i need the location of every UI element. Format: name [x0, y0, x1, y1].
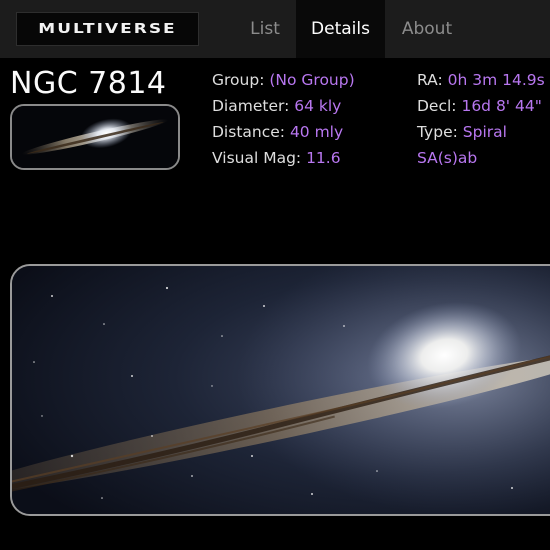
tab-list-label: List — [250, 19, 280, 39]
visual-mag-value: 11.6 — [306, 149, 341, 167]
tab-about[interactable]: About — [388, 0, 466, 58]
galaxy-image[interactable] — [10, 264, 550, 516]
decl-value: 16d 8' 44" — [461, 97, 542, 115]
property-distance: Distance: 40 mly — [212, 123, 344, 141]
distance-value: 40 mly — [289, 123, 344, 141]
group-value[interactable]: (No Group) — [269, 71, 354, 89]
property-decl: Decl: 16d 8' 44" — [417, 97, 542, 115]
property-type-class: SA(s)ab — [417, 145, 545, 171]
tab-list[interactable]: List — [236, 0, 294, 58]
tab-details-label: Details — [311, 19, 370, 39]
logo-text: MULTIVERSE — [38, 21, 177, 37]
property-type: Type: Spiral — [417, 123, 507, 141]
diameter-value: 64 kly — [294, 97, 342, 115]
object-title: NGC 7814 — [10, 66, 167, 101]
property-diameter: Diameter: 64 kly — [212, 97, 342, 115]
galaxy-thumbnail-image — [12, 106, 178, 168]
tab-about-label: About — [401, 19, 453, 39]
type-class-value: SA(s)ab — [417, 149, 478, 167]
type-value: Spiral — [462, 123, 507, 141]
galaxy-hero-image — [12, 266, 550, 514]
properties-left: Group: (No Group) Diameter: 64 kly Dista… — [212, 67, 355, 171]
property-group: Group: (No Group) — [212, 71, 355, 89]
tab-details[interactable]: Details — [296, 0, 385, 58]
galaxy-thumbnail[interactable] — [10, 104, 180, 170]
app-logo[interactable]: MULTIVERSE — [16, 12, 199, 46]
top-navbar: MULTIVERSE List Details About — [0, 0, 550, 58]
property-visual-mag: Visual Mag: 11.6 — [212, 149, 341, 167]
property-ra: RA: 0h 3m 14.9s — [417, 71, 545, 89]
properties-right: RA: 0h 3m 14.9s Decl: 16d 8' 44" Type: S… — [417, 67, 545, 171]
ra-value: 0h 3m 14.9s — [447, 71, 545, 89]
